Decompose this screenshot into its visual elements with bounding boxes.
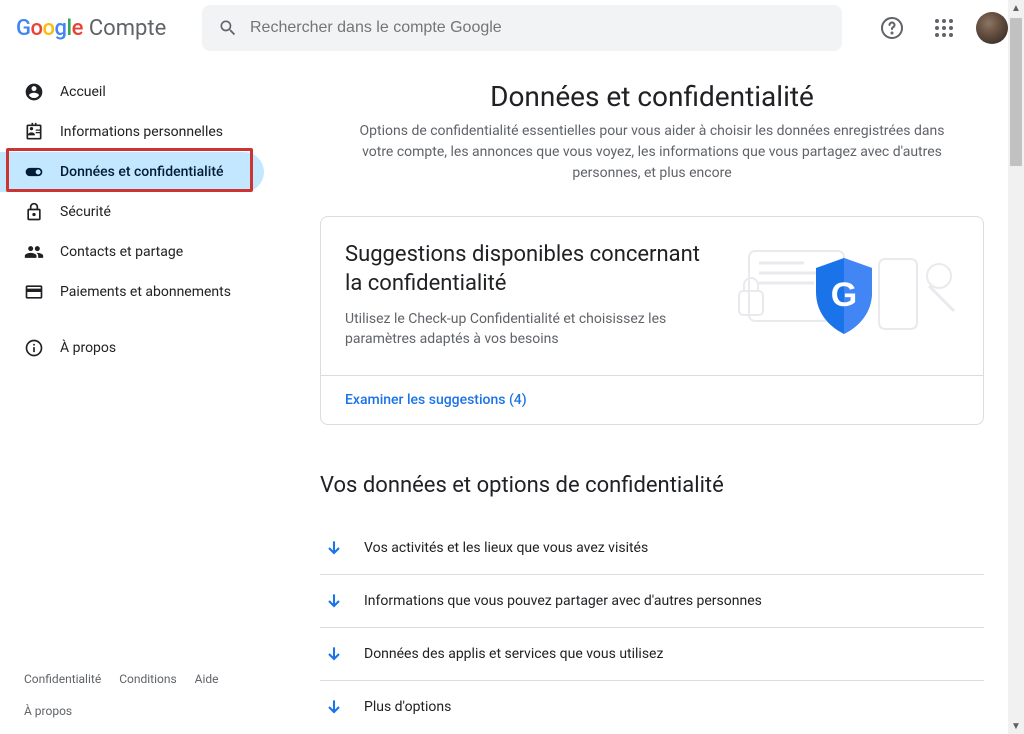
sidebar-item-security[interactable]: Sécurité [0,192,264,232]
help-button[interactable] [872,8,912,48]
card-title: Suggestions disponibles concernant la co… [345,241,705,298]
review-suggestions-link[interactable]: Examiner les suggestions (4) [345,392,527,408]
option-activities[interactable]: Vos activités et les lieux que vous avez… [320,522,984,575]
search-input[interactable] [250,19,826,37]
sidebar-item-payments[interactable]: Paiements et abonnements [0,272,264,312]
info-icon [24,338,44,358]
arrow-down-icon [324,538,344,558]
scroll-down-icon[interactable]: ▼ [1008,718,1024,734]
section-title: Vos données et options de confidentialit… [320,473,984,498]
footer-terms-link[interactable]: Conditions [119,672,176,686]
search-box[interactable] [202,5,842,51]
page-subtitle: Options de confidentialité essentielles … [352,121,952,184]
card-desc: Utilisez le Check-up Confidentialité et … [345,310,705,349]
suggestion-card: Suggestions disponibles concernant la co… [320,216,984,425]
option-label: Plus d'options [364,699,451,715]
sidebar-item-label: Sécurité [60,204,111,220]
toggle-icon [24,162,44,182]
scroll-up-icon[interactable]: ▲ [1008,0,1024,16]
badge-icon [24,122,44,142]
avatar[interactable] [976,12,1008,44]
sidebar: Accueil Informations personnelles Donnée… [0,56,280,734]
google-logo: Google [16,16,83,41]
privacy-illustration: G [729,241,959,351]
option-more[interactable]: Plus d'options [320,681,984,733]
arrow-down-icon [324,644,344,664]
option-label: Informations que vous pouvez partager av… [364,593,762,609]
option-apps-data[interactable]: Données des applis et services que vous … [320,628,984,681]
search-icon [218,18,238,38]
option-label: Données des applis et services que vous … [364,646,663,662]
sidebar-item-label: Informations personnelles [60,124,223,140]
footer-help-link[interactable]: Aide [195,672,219,686]
footer-privacy-link[interactable]: Confidentialité [24,672,101,686]
sidebar-item-label: Données et confidentialité [60,164,223,180]
sidebar-item-label: Paiements et abonnements [60,284,231,300]
option-list: Vos activités et les lieux que vous avez… [320,522,984,733]
sidebar-item-label: Contacts et partage [60,244,183,260]
svg-text:G: G [831,276,857,314]
sidebar-item-data-privacy[interactable]: Données et confidentialité [0,152,264,192]
sidebar-item-personal-info[interactable]: Informations personnelles [0,112,264,152]
logo[interactable]: Google Compte [16,16,186,41]
apps-icon [935,19,953,37]
page-title: Données et confidentialité [320,80,984,113]
app-title: Compte [89,16,166,41]
arrow-down-icon [324,591,344,611]
card-icon [24,282,44,302]
option-sharing-info[interactable]: Informations que vous pouvez partager av… [320,575,984,628]
scrollbar[interactable]: ▲ ▼ [1008,0,1024,734]
option-label: Vos activités et les lieux que vous avez… [364,540,648,556]
header-actions [872,8,1008,48]
help-icon [880,16,904,40]
sidebar-item-label: Accueil [60,84,106,100]
sidebar-footer: Confidentialité Conditions Aide À propos [0,656,280,734]
apps-button[interactable] [924,8,964,48]
sidebar-item-label: À propos [60,340,116,356]
shield-icon: G [810,256,878,336]
scroll-thumb[interactable] [1010,18,1022,166]
arrow-down-icon [324,697,344,717]
home-icon [24,82,44,102]
main-content: Données et confidentialité Options de co… [280,56,1024,734]
sidebar-item-about[interactable]: À propos [0,328,264,368]
footer-about-link[interactable]: À propos [24,704,72,718]
sidebar-item-home[interactable]: Accueil [0,72,264,112]
sidebar-item-contacts-sharing[interactable]: Contacts et partage [0,232,264,272]
header: Google Compte [0,0,1024,56]
people-icon [24,242,44,262]
lock-icon [24,202,44,222]
